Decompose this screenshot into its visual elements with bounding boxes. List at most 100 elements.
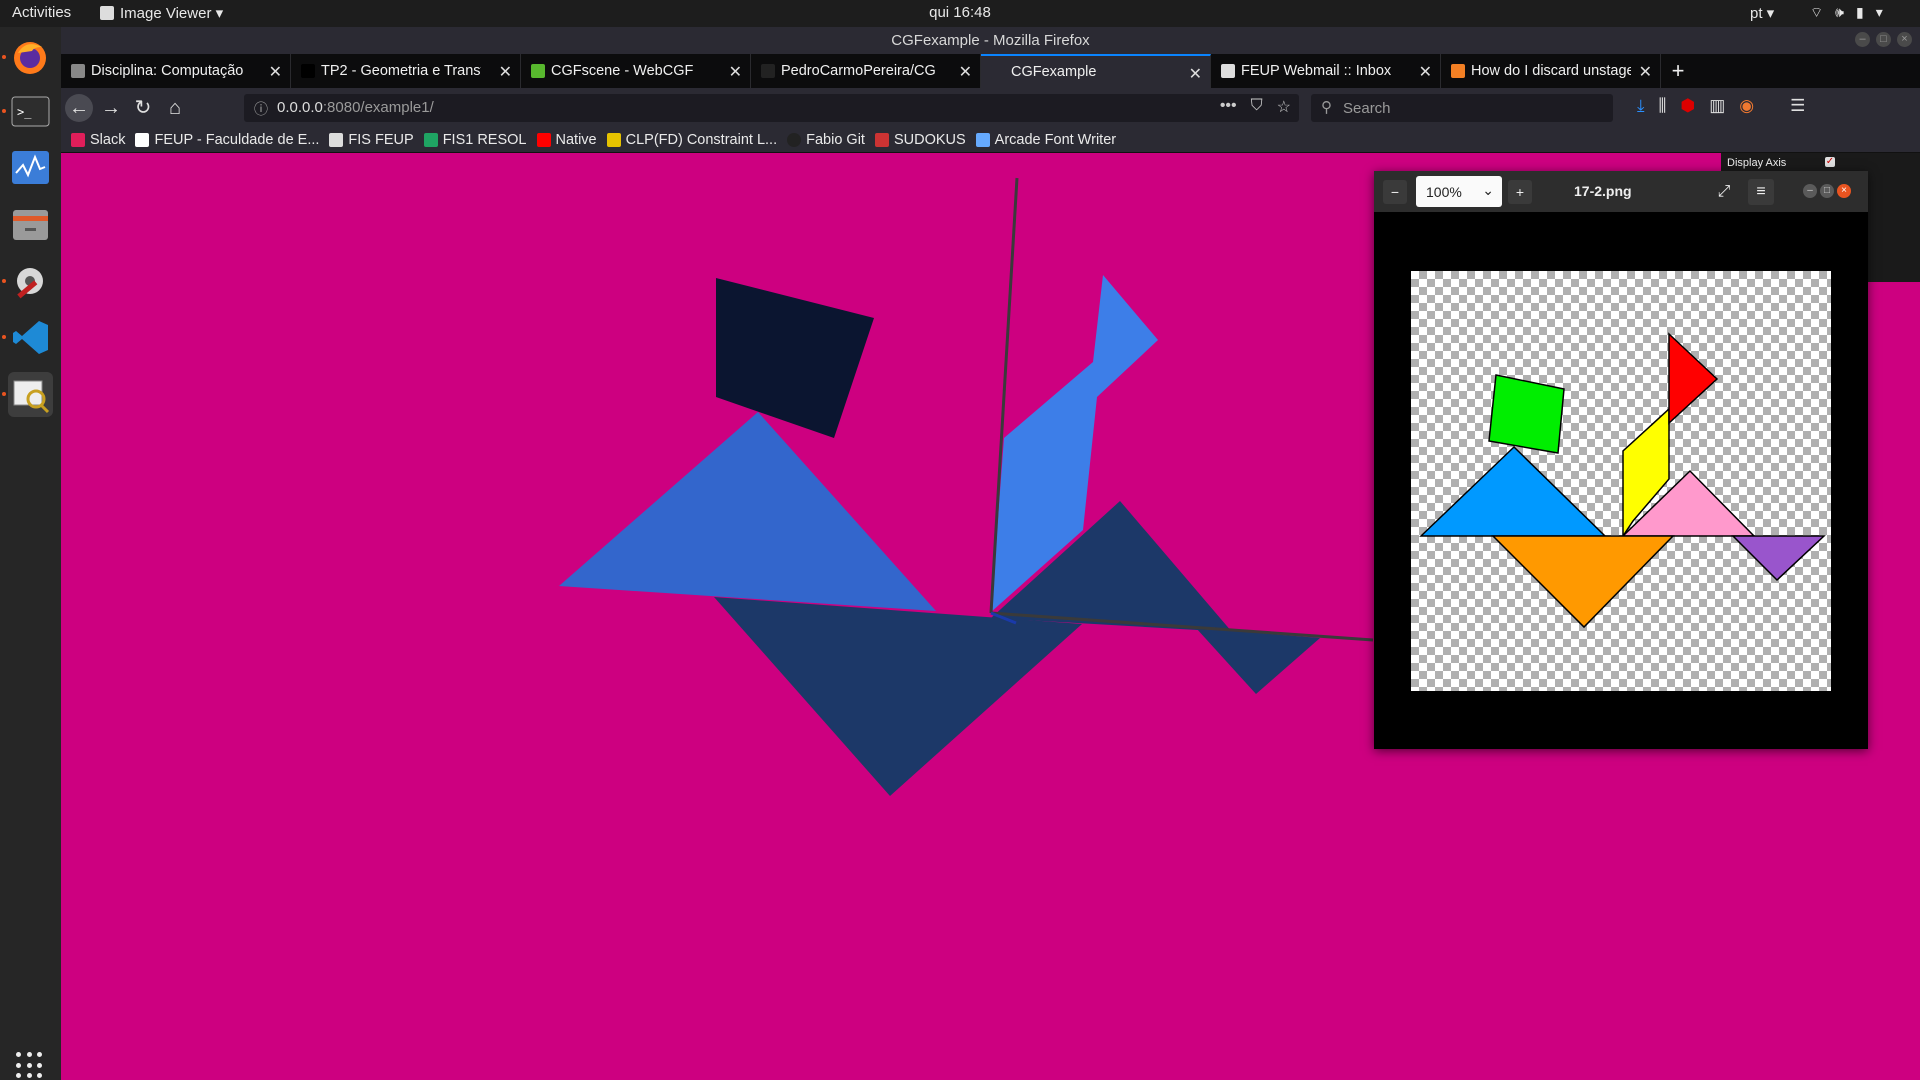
tab-label: TP2 - Geometria e Transform bbox=[321, 63, 481, 79]
tangram-image bbox=[1419, 332, 1826, 629]
bookmarks-toolbar: Slack FEUP - Faculdade de E... FIS FEUP … bbox=[61, 128, 1920, 153]
zoom-in-button[interactable]: + bbox=[1508, 180, 1532, 204]
dock-terminal[interactable]: >_ bbox=[2, 89, 53, 134]
bookmark-label: Slack bbox=[90, 132, 126, 148]
tangram-square bbox=[1488, 374, 1565, 454]
close-tab-icon[interactable]: ✕ bbox=[1419, 62, 1432, 82]
reload-button[interactable]: ↻ bbox=[129, 94, 157, 122]
dock-settings[interactable] bbox=[2, 259, 53, 304]
tab-favicon-icon bbox=[301, 64, 315, 78]
app-menu[interactable]: Image Viewer ▾ bbox=[100, 4, 223, 22]
sudoku-icon bbox=[874, 133, 889, 147]
library-icon[interactable]: ⫼ bbox=[1659, 96, 1667, 116]
ublock-icon[interactable]: ⬢ bbox=[1680, 96, 1695, 116]
page-actions-icon[interactable]: ••• bbox=[1220, 97, 1237, 117]
image-viewer-icon bbox=[13, 380, 50, 414]
home-button[interactable]: ⌂ bbox=[161, 94, 189, 122]
tab-label: How do I discard unstage bbox=[1471, 63, 1631, 79]
minimize-button[interactable]: – bbox=[1855, 32, 1870, 47]
maximize-button[interactable]: □ bbox=[1820, 184, 1834, 198]
chevron-down-icon: ⌄ bbox=[1482, 182, 1494, 198]
tab[interactable]: TP2 - Geometria e Transform ✕ bbox=[291, 54, 521, 88]
display-axis-checkbox[interactable]: ✓ bbox=[1825, 157, 1835, 167]
fullscreen-icon[interactable]: ⤢ bbox=[1711, 179, 1737, 205]
url-text[interactable]: 0.0.0.0:8080/example1/ bbox=[277, 99, 434, 116]
tab-active[interactable]: CGFexample ✕ bbox=[981, 54, 1211, 88]
bookmark-item[interactable]: Native bbox=[536, 132, 597, 148]
scene-big-triangle-left bbox=[559, 412, 936, 611]
url-bar[interactable]: ⓘ 0.0.0.0:8080/example1/ ••• ⛉ ☆ bbox=[244, 94, 1299, 122]
tab-label: CGFscene - WebCGF bbox=[551, 63, 694, 79]
extension-icon[interactable]: ◉ bbox=[1739, 96, 1754, 116]
close-tab-icon[interactable]: ✕ bbox=[959, 62, 972, 82]
sidebar-icon[interactable]: ▥ bbox=[1709, 96, 1725, 116]
dock-system-monitor[interactable] bbox=[8, 145, 53, 190]
pocket-icon[interactable]: ⛉ bbox=[1251, 97, 1263, 117]
bookmark-item[interactable]: CLP(FD) Constraint L... bbox=[606, 132, 777, 148]
site-info-icon[interactable]: ⓘ bbox=[254, 99, 268, 119]
downloads-icon[interactable]: ⤓ bbox=[1637, 96, 1645, 116]
url-host: 0.0.0.0 bbox=[277, 99, 323, 116]
menu-icon[interactable]: ≡ bbox=[1748, 179, 1774, 205]
system-menu[interactable]: ⌔ 🕪 ▮ ▾ bbox=[1810, 4, 1883, 22]
zoom-value: 100% bbox=[1426, 184, 1462, 200]
arcade-icon bbox=[975, 133, 990, 147]
close-tab-icon[interactable]: ✕ bbox=[1189, 64, 1202, 84]
close-tab-icon[interactable]: ✕ bbox=[1639, 62, 1652, 82]
running-indicator bbox=[2, 335, 6, 339]
tab-label: CGFexample bbox=[1011, 64, 1097, 80]
tab[interactable]: Disciplina: Computação ✕ bbox=[61, 54, 291, 88]
bookmark-label: FIS1 RESOL bbox=[442, 132, 527, 148]
close-button[interactable]: × bbox=[1897, 32, 1912, 47]
dock-vscode[interactable] bbox=[2, 315, 53, 360]
viewer-filename: 17-2.png bbox=[1574, 183, 1632, 199]
running-indicator bbox=[2, 55, 6, 59]
bookmark-item[interactable]: Fabio Git bbox=[787, 132, 865, 148]
close-tab-icon[interactable]: ✕ bbox=[729, 62, 742, 82]
zoom-out-button[interactable]: − bbox=[1383, 180, 1407, 204]
new-tab-button[interactable]: + bbox=[1661, 54, 1695, 88]
search-bar[interactable]: ⚲ Search bbox=[1311, 94, 1613, 122]
bookmark-label: Native bbox=[555, 132, 597, 148]
tab-bar: Disciplina: Computação ✕ TP2 - Geometria… bbox=[61, 54, 1920, 88]
close-button[interactable]: × bbox=[1837, 184, 1851, 198]
forward-button[interactable]: → bbox=[97, 94, 125, 122]
bookmark-item[interactable]: Arcade Font Writer bbox=[975, 132, 1116, 148]
image-canvas[interactable] bbox=[1411, 271, 1831, 691]
tab-favicon-icon bbox=[1451, 64, 1465, 78]
zoom-select[interactable]: 100% ⌄ bbox=[1416, 176, 1502, 207]
back-button[interactable]: ← bbox=[65, 94, 93, 122]
tangram-triangle-bottom bbox=[1491, 535, 1675, 629]
dock-image-viewer[interactable] bbox=[2, 372, 53, 417]
bookmark-item[interactable]: Slack bbox=[71, 132, 125, 148]
search-placeholder: Search bbox=[1343, 100, 1391, 117]
hamburger-menu-icon[interactable]: ☰ bbox=[1790, 96, 1805, 116]
tangram-triangle-right bbox=[1731, 535, 1826, 582]
dock-firefox[interactable] bbox=[2, 35, 53, 80]
minimize-button[interactable]: – bbox=[1803, 184, 1817, 198]
display-axis-label: Display Axis bbox=[1727, 157, 1787, 169]
scene-big-triangle-bottom bbox=[714, 597, 1082, 796]
bookmark-label: FIS FEUP bbox=[348, 132, 414, 148]
bookmark-item[interactable]: FEUP - Faculdade de E... bbox=[135, 132, 319, 148]
tab[interactable]: CGFscene - WebCGF ✕ bbox=[521, 54, 751, 88]
svg-text:>_: >_ bbox=[17, 105, 32, 119]
running-indicator bbox=[2, 279, 6, 283]
dock-files[interactable] bbox=[8, 202, 53, 247]
maximize-button[interactable]: □ bbox=[1876, 32, 1891, 47]
language-indicator[interactable]: pt ▾ bbox=[1750, 4, 1774, 22]
youtube-icon bbox=[536, 133, 551, 147]
close-tab-icon[interactable]: ✕ bbox=[499, 62, 512, 82]
clock[interactable]: qui 16:48 bbox=[929, 4, 991, 21]
bookmark-item[interactable]: SUDOKUS bbox=[874, 132, 966, 148]
activities-button[interactable]: Activities bbox=[12, 4, 71, 21]
show-applications-button[interactable] bbox=[16, 1052, 44, 1080]
bookmark-star-icon[interactable]: ☆ bbox=[1277, 97, 1291, 117]
bookmark-item[interactable]: FIS FEUP bbox=[329, 132, 414, 148]
tab[interactable]: FEUP Webmail :: Inbox ✕ bbox=[1211, 54, 1441, 88]
bookmark-item[interactable]: FIS1 RESOL bbox=[423, 132, 527, 148]
close-tab-icon[interactable]: ✕ bbox=[269, 62, 282, 82]
tab[interactable]: PedroCarmoPereira/CG ✕ bbox=[751, 54, 981, 88]
bookmark-label: SUDOKUS bbox=[893, 132, 966, 148]
tab[interactable]: How do I discard unstage ✕ bbox=[1441, 54, 1661, 88]
